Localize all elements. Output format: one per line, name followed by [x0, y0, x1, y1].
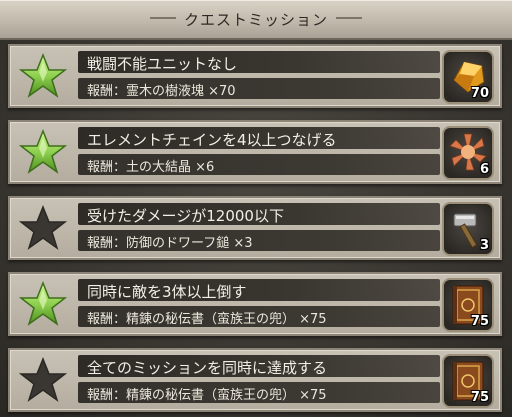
mission-reward-bar: 報酬：精錬の秘伝書（蛮族王の兜） ×75: [78, 306, 440, 327]
mission-reward-bar: 報酬：土の大結晶 ×6: [78, 154, 440, 175]
star-achieved-icon: [16, 279, 70, 329]
item-count: 3: [479, 238, 489, 253]
mission-title-bar: 受けたダメージが12000以下: [78, 203, 440, 225]
item-count: 75: [470, 314, 489, 329]
secret-book-icon[interactable]: 75: [442, 354, 494, 408]
item-count: 6: [479, 162, 489, 177]
mission-reward: 報酬：土の大結晶 ×6: [87, 160, 215, 175]
dwarf-hammer-icon[interactable]: 3: [442, 202, 494, 256]
mission-row: 戦闘不能ユニットなし 報酬：霊木の樹液塊 ×70 70: [8, 44, 502, 108]
mission-reward: 報酬：霊木の樹液塊 ×70: [87, 84, 236, 99]
mission-reward-bar: 報酬：精錬の秘伝書（蛮族王の兜） ×75: [78, 382, 440, 403]
mission-title: 受けたダメージが12000以下: [87, 207, 284, 225]
star-achieved-icon: [16, 51, 70, 101]
mission-title-bar: 同時に敵を3体以上倒す: [78, 279, 440, 301]
mission-row: 受けたダメージが12000以下 報酬：防御のドワーフ鎚 ×3 3: [8, 196, 502, 260]
mission-panel: 受けたダメージが12000以下 報酬：防御のドワーフ鎚 ×3: [78, 198, 448, 254]
mission-panel: 戦闘不能ユニットなし 報酬：霊木の樹液塊 ×70: [78, 46, 448, 102]
mission-reward: 報酬：防御のドワーフ鎚 ×3: [87, 236, 253, 251]
earth-crystal-icon[interactable]: 6: [442, 126, 494, 180]
secret-book-icon[interactable]: 75: [442, 278, 494, 332]
mission-panel: 同時に敵を3体以上倒す 報酬：精錬の秘伝書（蛮族王の兜） ×75: [78, 274, 448, 330]
mission-row: 全てのミッションを同時に達成する 報酬：精錬の秘伝書（蛮族王の兜） ×75 75: [8, 348, 502, 412]
quest-mission-screen: クエストミッション 戦闘不能ユニットなし 報酬：霊木の樹液塊 ×70 70 エレ…: [0, 0, 512, 417]
mission-title-bar: 戦闘不能ユニットなし: [78, 51, 440, 73]
item-count: 70: [470, 86, 489, 101]
header-flourish-right: [336, 17, 362, 19]
mission-reward-bar: 報酬：霊木の樹液塊 ×70: [78, 78, 440, 99]
header-bar: クエストミッション: [0, 0, 512, 40]
star-achieved-icon: [16, 127, 70, 177]
page-title: クエストミッション: [183, 11, 328, 29]
mission-title: 同時に敵を3体以上倒す: [87, 283, 247, 301]
mission-title: 全てのミッションを同時に達成する: [87, 359, 328, 377]
star-empty-icon: [16, 355, 70, 405]
item-count: 75: [470, 390, 489, 405]
mission-title-bar: 全てのミッションを同時に達成する: [78, 355, 440, 377]
mission-title-bar: エレメントチェインを4以上つなげる: [78, 127, 440, 149]
star-empty-icon: [16, 203, 70, 253]
tree-sap-gem-icon[interactable]: 70: [442, 50, 494, 104]
mission-reward: 報酬：精錬の秘伝書（蛮族王の兜） ×75: [87, 388, 327, 403]
mission-title: 戦闘不能ユニットなし: [87, 55, 238, 73]
mission-row: エレメントチェインを4以上つなげる 報酬：土の大結晶 ×6 6: [8, 120, 502, 184]
mission-reward-bar: 報酬：防御のドワーフ鎚 ×3: [78, 230, 440, 251]
mission-title: エレメントチェインを4以上つなげる: [87, 131, 337, 149]
mission-reward: 報酬：精錬の秘伝書（蛮族王の兜） ×75: [87, 312, 327, 327]
mission-row: 同時に敵を3体以上倒す 報酬：精錬の秘伝書（蛮族王の兜） ×75 75: [8, 272, 502, 336]
mission-panel: エレメントチェインを4以上つなげる 報酬：土の大結晶 ×6: [78, 122, 448, 178]
mission-panel: 全てのミッションを同時に達成する 報酬：精錬の秘伝書（蛮族王の兜） ×75: [78, 350, 448, 406]
